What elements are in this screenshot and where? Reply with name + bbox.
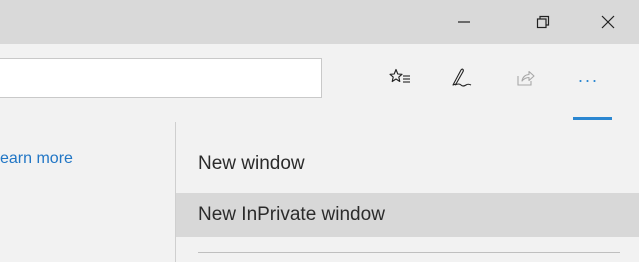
menu-item-label: New window [198,153,305,174]
title-bar [0,0,639,44]
favorites-list-icon [389,68,411,93]
close-icon [600,14,616,30]
more-menu: New window New InPrivate window [175,122,639,262]
browser-toolbar: ··· [0,44,639,122]
share-button[interactable] [505,60,545,100]
more-button[interactable]: ··· [568,60,608,100]
menu-divider [198,252,620,253]
active-indicator [573,117,612,120]
menu-item-new-window[interactable]: New window [176,142,639,186]
page-content: earn more [0,122,175,262]
favorites-button[interactable] [380,60,420,100]
share-icon [514,68,536,93]
minimize-button[interactable] [441,0,487,44]
close-button[interactable] [585,0,631,44]
restore-icon [536,15,550,29]
web-notes-button[interactable] [442,60,482,100]
pen-icon [450,67,474,94]
menu-item-label: New InPrivate window [198,204,385,225]
browser-window: ··· earn more New window New InPrivate w… [0,0,639,262]
restore-button[interactable] [520,0,566,44]
menu-item-new-inprivate-window[interactable]: New InPrivate window [176,193,639,237]
learn-more-link[interactable]: earn more [0,150,160,168]
address-bar[interactable] [0,58,322,98]
minimize-icon [457,15,471,29]
more-icon: ··· [577,70,599,90]
